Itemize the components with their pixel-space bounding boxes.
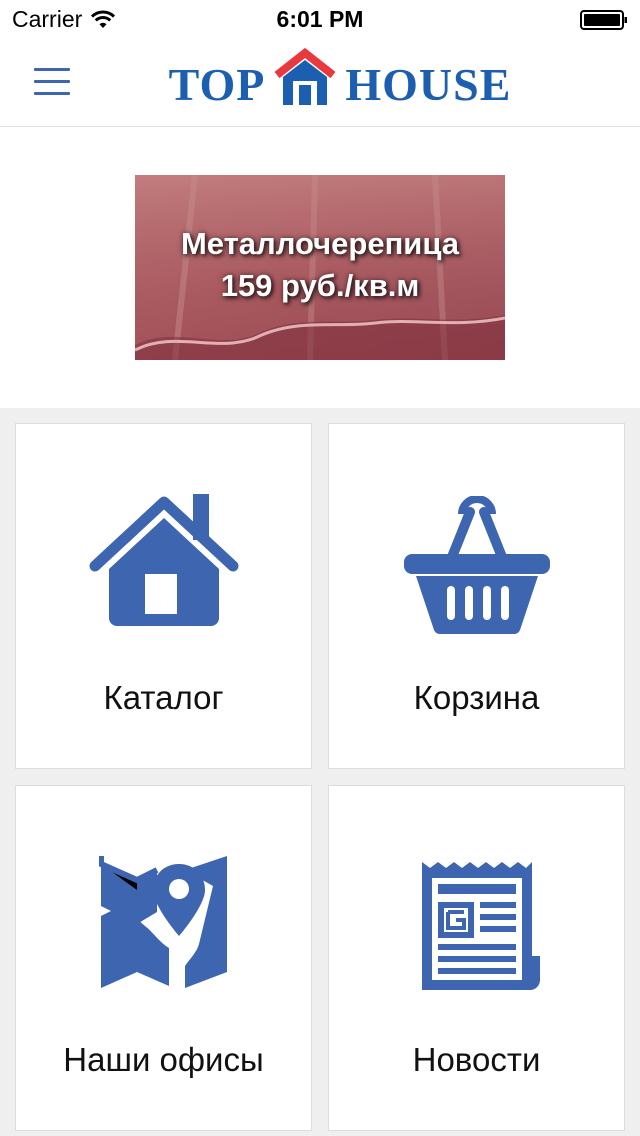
logo-text-top: TOP: [168, 58, 266, 110]
basket-icon: [403, 496, 550, 635]
promo-banner[interactable]: Металлочерепица 159 руб./кв.м: [135, 175, 505, 360]
tile-offices-label: Наши офисы: [63, 1041, 264, 1078]
menu-grid: Каталог Корзина Наши офисы Новости: [0, 408, 640, 1136]
tile-news[interactable]: Новости: [328, 785, 625, 1131]
tile-news-label: Новости: [412, 1041, 541, 1078]
newspaper-icon: [421, 862, 540, 990]
tile-catalog[interactable]: Каталог: [15, 423, 312, 769]
tile-cart[interactable]: Корзина: [328, 423, 625, 769]
nav-bar: TOP HOUSE: [0, 40, 640, 127]
menu-bar-middle: [34, 80, 70, 83]
battery-icon: [580, 10, 627, 30]
menu-bar-bottom: [34, 92, 70, 95]
tile-cart-label: Корзина: [413, 679, 540, 716]
house-icon: [89, 494, 238, 626]
tile-catalog-label: Каталог: [103, 679, 224, 716]
logo-text-house: HOUSE: [345, 58, 512, 110]
menu-bar-top: [34, 68, 70, 71]
status-bar: Carrier 6:01 PM: [0, 0, 640, 40]
status-time: 6:01 PM: [276, 6, 364, 32]
hamburger-menu-button[interactable]: [28, 62, 76, 102]
banner-area: Металлочерепица 159 руб./кв.м: [0, 127, 640, 408]
banner-product-name: Металлочерепица: [180, 226, 460, 261]
logo-house-icon: [274, 47, 336, 105]
top-house-logo[interactable]: TOP HOUSE: [160, 42, 520, 126]
banner-price: 159 руб./кв.м: [220, 268, 420, 303]
map-pin-icon: [98, 856, 227, 988]
banner-text: Металлочерепица 159 руб./кв.м: [135, 223, 505, 307]
tile-offices[interactable]: Наши офисы: [15, 785, 312, 1131]
